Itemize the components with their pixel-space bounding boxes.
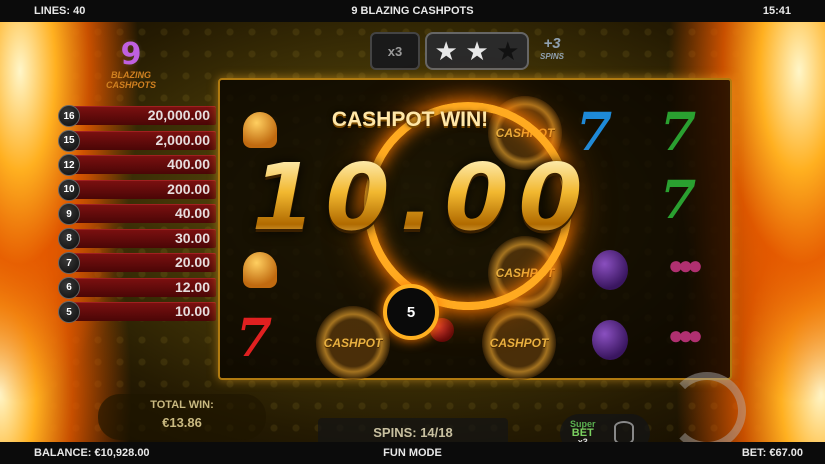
payout-value: 30.00 (174, 229, 210, 246)
free-spins-counter: SPINS: 14/18 (318, 418, 508, 442)
payout-value: 20.00 (174, 254, 210, 270)
bell-symbol (240, 250, 280, 290)
paytable-row: 6 12.00 (58, 276, 216, 299)
plum-symbol (592, 250, 628, 290)
total-win-amount: €13.86 (162, 415, 202, 430)
star-empty-icon: ★ (496, 35, 520, 66)
paytable-row: 9 40.00 (58, 202, 216, 225)
spin-button[interactable] (668, 372, 746, 442)
lines-indicator: LINES: 40 (34, 5, 86, 17)
symbol-count-badge: 7 (58, 252, 80, 274)
cashpot-win-title: CASHPOT WIN! (331, 108, 489, 131)
bottom-status-bar: BALANCE: €10,928.00 FUN MODE BET: €67.00 (0, 442, 825, 464)
green-seven-symbol: 7 (660, 102, 697, 163)
symbol-count-badge: 8 (58, 227, 80, 250)
mode-indicator: FUN MODE (383, 447, 442, 459)
symbol-count-badge: 12 (58, 154, 80, 176)
superbet-button[interactable]: Super BET x3 (560, 414, 650, 442)
symbol-count-badge: 9 (58, 203, 80, 225)
paytable-row: 7 20.00 (58, 251, 216, 274)
cashpot-symbol: CASHPOT (482, 306, 556, 380)
paytable-row: 8 30.00 (58, 227, 216, 250)
bonus-spins-indicator: +3 SPINS (532, 35, 572, 62)
star-progress: ★ ★ ★ (425, 32, 529, 70)
paytable-row: 5 10.00 (58, 300, 216, 323)
payout-value: 2,000.00 (155, 131, 211, 148)
multiplier-indicator: x3 (370, 32, 420, 70)
paytable-row: 15 2,000.00 (58, 129, 216, 152)
star-filled-icon: ★ (434, 35, 458, 66)
bonus-spins-count: +3 (543, 35, 561, 52)
payout-value: 40.00 (174, 205, 210, 221)
paytable-row: 12 400.00 (58, 153, 216, 176)
symbol-count-badge: 6 (58, 276, 80, 299)
logo-word-2: CASHPOTS (105, 80, 156, 90)
grapes-icon: ●●● (668, 250, 703, 280)
game-stage: 9 BLAZING CASHPOTS 16 20,000.00 15 2,000.0… (0, 22, 825, 442)
payout-value: 400.00 (167, 156, 210, 172)
payout-value: 10.00 (174, 303, 210, 319)
red-seven-symbol: 7 (236, 308, 273, 369)
game-logo: 9 BLAZING CASHPOTS (100, 40, 162, 112)
bonus-spins-label: SPINS (539, 52, 564, 61)
payout-value: 200.00 (167, 180, 210, 197)
green-seven-symbol: 7 (660, 170, 697, 231)
logo-word-1: BLAZING (111, 70, 151, 80)
grapes-icon: ●●● (668, 320, 703, 350)
coin-stack-icon (613, 421, 634, 442)
cashpot-symbol: CASHPOT (316, 306, 390, 380)
win-amount: 10.00 (212, 144, 632, 251)
symbol-count-badge: 10 (58, 178, 80, 201)
total-win-label: TOTAL WIN: (150, 399, 214, 411)
symbol-count-badge: 5 (58, 301, 80, 323)
paytable-row: 16 20,000.00 (58, 104, 216, 127)
total-win-panel: TOTAL WIN: €13.86 (98, 394, 266, 440)
paytable-row: 10 200.00 (58, 178, 216, 201)
symbol-count-badge: 15 (58, 129, 80, 152)
payout-value: 20,000.00 (147, 107, 210, 123)
star-filled-icon: ★ (465, 35, 489, 66)
countdown-badge: 5 (383, 284, 439, 340)
game-title: 9 BLAZING CASHPOTS (351, 5, 474, 17)
superbet-badge: Super BET x3 (570, 418, 596, 442)
clock: 15:41 (762, 5, 791, 17)
logo-number: 9 (120, 37, 142, 72)
cashpot-paytable: 16 20,000.00 15 2,000.00 12 400.00 10 200.00… (58, 104, 216, 325)
plum-symbol (592, 320, 628, 360)
symbol-count-badge: 16 (58, 105, 80, 127)
payout-value: 12.00 (174, 278, 210, 295)
top-status-bar: LINES: 40 9 BLAZING CASHPOTS 15:41 (0, 0, 825, 22)
